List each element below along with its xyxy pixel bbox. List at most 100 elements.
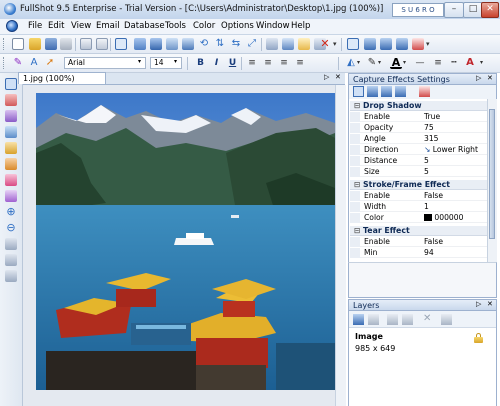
doc-close-icon[interactable]: ✕ (335, 73, 341, 81)
align-left-icon[interactable]: ≡ (246, 57, 258, 69)
move-down-icon[interactable] (402, 314, 413, 325)
property-row[interactable]: Distance 5 (350, 156, 493, 166)
scroll-thumb[interactable] (489, 109, 495, 239)
property-value[interactable]: 1 (424, 202, 429, 212)
italic-button[interactable]: I (211, 57, 222, 69)
effects-frame-icon[interactable] (367, 86, 378, 97)
paste-icon[interactable] (96, 38, 108, 50)
add-layer-icon[interactable] (353, 314, 364, 325)
canvas-image[interactable] (36, 93, 335, 390)
property-row[interactable]: Color 000000 (350, 213, 493, 223)
dropdown-arrow-icon[interactable]: ▾ (333, 38, 345, 50)
collapse-icon[interactable]: ⊟ (354, 180, 361, 190)
property-value[interactable]: False (424, 237, 443, 247)
delete-icon[interactable]: ✕ (319, 38, 331, 50)
zoom-in-icon[interactable]: ⊕ (5, 206, 17, 218)
effects-view-icon[interactable] (353, 86, 364, 97)
doc-pin-icon[interactable]: ▷ (324, 73, 329, 81)
vertical-scrollbar[interactable] (335, 85, 346, 406)
minimize-button[interactable]: – (444, 2, 464, 18)
justify-icon[interactable]: ≡ (294, 57, 306, 69)
highlighter-icon[interactable] (5, 142, 17, 154)
font-color-icon[interactable]: A (390, 57, 402, 69)
hand-pan-icon[interactable] (5, 238, 17, 250)
capture-scroll-icon[interactable] (166, 38, 178, 50)
crop-icon[interactable] (5, 126, 17, 138)
property-value[interactable]: 75 (424, 123, 434, 133)
panel-pin-icon[interactable]: ▷ (476, 74, 481, 82)
font-dropdown-icon[interactable]: ▾ (138, 58, 141, 65)
database-icon[interactable] (282, 38, 294, 50)
marquee-icon[interactable] (5, 94, 17, 106)
open-folder-icon[interactable] (29, 38, 41, 50)
menu-view[interactable]: View (71, 21, 91, 31)
lasso-icon[interactable] (5, 110, 17, 122)
align-right-icon[interactable]: ≡ (278, 57, 290, 69)
dropdown-arrow-icon[interactable]: ▾ (480, 57, 492, 69)
property-value[interactable]: 315 (424, 134, 439, 144)
property-row[interactable]: Min 94 (350, 248, 493, 258)
pencil-icon[interactable] (5, 158, 17, 170)
brush-icon[interactable] (5, 190, 17, 202)
send-email-icon[interactable] (266, 38, 278, 50)
copy-icon[interactable] (80, 38, 92, 50)
layout-single-icon[interactable] (347, 38, 359, 50)
toolbar-grip[interactable] (3, 38, 7, 50)
property-row[interactable]: Width 1 (350, 202, 493, 212)
property-value[interactable]: ↘ Lower Right (424, 145, 478, 155)
duplicate-layer-icon[interactable] (368, 314, 379, 325)
property-value[interactable]: 94 (424, 248, 434, 258)
bold-button[interactable]: B (195, 57, 206, 69)
align-center-icon[interactable]: ≡ (262, 57, 274, 69)
group-tear-effect[interactable]: ⊟ Tear Effect (350, 226, 493, 236)
dropdown-arrow-icon[interactable]: ▾ (426, 38, 438, 50)
layers-close-icon[interactable]: ✕ (487, 300, 493, 308)
maximize-button[interactable]: □ (463, 2, 483, 18)
effects-tear-icon[interactable] (395, 86, 406, 97)
menu-window[interactable]: Window (256, 21, 290, 31)
fill-bucket-icon[interactable]: ◭ (345, 57, 357, 69)
collapse-icon[interactable]: ⊟ (354, 101, 361, 111)
rotate-icon[interactable]: ⟲ (198, 38, 210, 50)
export-icon[interactable] (298, 38, 310, 50)
property-value[interactable]: 5 (424, 167, 429, 177)
document-tab[interactable]: 1.jpg (100%) (18, 72, 106, 84)
layout-cascade-icon[interactable] (396, 38, 408, 50)
property-row[interactable]: Size 5 (350, 167, 493, 177)
color-tool-icon[interactable] (412, 38, 424, 50)
property-row[interactable]: Enable False (350, 191, 493, 201)
toolbar-grip[interactable] (3, 57, 7, 69)
property-value[interactable]: 5 (424, 156, 429, 166)
pen-tool-icon[interactable]: ✎ (12, 57, 24, 69)
resize-icon[interactable]: ⤢ (246, 38, 258, 50)
system-tray-box[interactable]: S U 6 R O (392, 3, 444, 17)
property-row[interactable]: Angle 315 (350, 134, 493, 144)
close-button[interactable]: ✕ (481, 2, 499, 18)
new-file-icon[interactable] (12, 38, 24, 50)
group-stroke-frame[interactable]: ⊟ Stroke/Frame Effect (350, 180, 493, 190)
property-scrollbar[interactable] (487, 99, 497, 262)
menu-help[interactable]: Help (291, 21, 310, 31)
property-row[interactable]: Direction ↘ Lower Right (350, 145, 493, 155)
menu-options[interactable]: Options (221, 21, 254, 31)
line-style-icon[interactable]: — (414, 57, 426, 69)
collapse-icon[interactable]: ⊟ (354, 226, 361, 236)
layer-properties-icon[interactable] (441, 314, 452, 325)
line-width-icon[interactable]: ≡ (432, 57, 444, 69)
menu-email[interactable]: Email (96, 21, 120, 31)
capture-screen-icon[interactable] (150, 38, 162, 50)
property-value[interactable]: False (424, 191, 443, 201)
app-menu-icon[interactable] (6, 20, 18, 32)
mirror-icon[interactable]: ⇆ (230, 38, 242, 50)
size-dropdown-icon[interactable]: ▾ (174, 58, 177, 65)
layer-name[interactable]: Image (355, 332, 383, 341)
menu-file[interactable]: File (28, 21, 42, 31)
font-size-select[interactable]: 14 (150, 57, 182, 69)
flip-icon[interactable]: ⇅ (214, 38, 226, 50)
effects-shadow-icon[interactable] (381, 86, 392, 97)
layout-window-icon[interactable] (364, 38, 376, 50)
layout-tile-icon[interactable] (380, 38, 392, 50)
move-up-icon[interactable] (387, 314, 398, 325)
effects-color-icon[interactable] (419, 86, 430, 97)
lock-icon[interactable] (474, 333, 483, 343)
